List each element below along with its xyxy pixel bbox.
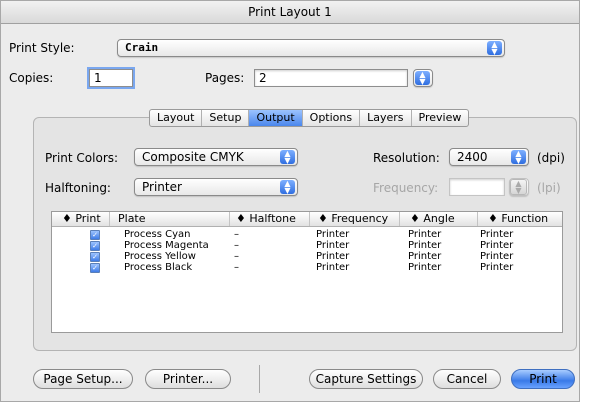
plate-name: Process Yellow [124,251,196,262]
column-header-angle[interactable]: ♦ Angle [400,212,478,226]
pages-label: Pages: [205,71,245,85]
print-style-label: Print Style: [9,41,75,55]
copies-label: Copies: [9,71,54,85]
plate-name: Process Cyan [124,229,191,240]
print-style-popup[interactable]: Crain ▲ ▼ [117,39,505,57]
page-setup-button[interactable]: Page Setup... [33,369,133,389]
checkmark-icon[interactable]: ✓ [90,252,100,262]
pages-field[interactable]: 2 [254,69,408,87]
frequency-unit: (lpi) [537,181,561,195]
tab-output[interactable]: Output [249,110,303,126]
table-row[interactable]: ✓ Process Yellow – Printer Printer Print… [52,251,562,262]
frequency-field[interactable] [449,178,505,196]
column-header-function[interactable]: ♦ Function [478,212,562,226]
pages-popup-button[interactable]: ▲ ▼ [413,69,433,87]
column-header-plate[interactable]: Plate [110,212,230,226]
halftone-value: – [234,262,239,273]
frequency-value: Printer [316,251,350,262]
resolution-label: Resolution: [373,151,440,165]
plates-table[interactable]: ♦ Print Plate ♦ Halftone ♦ Frequency ♦ A… [51,211,563,333]
halftone-value: – [234,240,239,251]
function-value: Printer [480,240,514,251]
frequency-label: Frequency: [373,181,439,195]
angle-value: Printer [408,240,442,251]
resolution-unit: (dpi) [537,151,565,165]
tab-options[interactable]: Options [303,110,361,126]
print-colors-value: Composite CMYK [142,150,244,164]
frequency-value: Printer [316,240,350,251]
frequency-value: Printer [316,262,350,273]
halftone-value: – [234,229,239,240]
table-header: ♦ Print Plate ♦ Halftone ♦ Frequency ♦ A… [52,212,562,227]
tab-layout[interactable]: Layout [150,110,203,126]
function-value: Printer [480,262,514,273]
up-down-arrows-icon: ▲ ▼ [280,180,295,195]
tab-bar: Layout Setup Output Options Layers Previ… [149,109,470,127]
up-down-arrows-icon: ▲ ▼ [511,150,526,165]
up-down-arrows-icon: ▲ ▼ [280,150,295,165]
angle-value: Printer [408,262,442,273]
resolution-value: 2400 [457,150,488,164]
plate-name: Process Black [124,262,193,273]
halftoning-label: Halftoning: [45,181,111,195]
tab-layers[interactable]: Layers [360,110,412,126]
tab-preview[interactable]: Preview [412,110,469,126]
copies-field[interactable]: 1 [89,69,133,87]
halftoning-popup[interactable]: Printer ▲ ▼ [134,178,298,196]
column-header-halftone[interactable]: ♦ Halftone [230,212,310,226]
column-header-print[interactable]: ♦ Print [52,212,110,226]
capture-settings-button[interactable]: Capture Settings [309,369,423,389]
function-value: Printer [480,251,514,262]
column-header-frequency[interactable]: ♦ Frequency [310,212,400,226]
button-divider [259,365,260,393]
table-row[interactable]: ✓ Process Magenta – Printer Printer Prin… [52,240,562,251]
table-row[interactable]: ✓ Process Black – Printer Printer Printe… [52,262,562,273]
print-style-value: Crain [125,41,159,54]
frequency-value: Printer [316,229,350,240]
checkmark-icon[interactable]: ✓ [90,230,100,240]
checkmark-icon[interactable]: ✓ [90,241,100,251]
plate-name: Process Magenta [124,240,209,251]
angle-value: Printer [408,251,442,262]
print-colors-popup[interactable]: Composite CMYK ▲ ▼ [134,148,298,166]
print-colors-label: Print Colors: [45,151,119,165]
print-dialog-window: Print Layout 1 Print Style: Crain ▲ ▼ Cop… [0,0,580,402]
halftoning-value: Printer [142,180,182,194]
cancel-button[interactable]: Cancel [433,369,501,389]
up-down-arrows-icon: ▲ ▼ [415,71,430,86]
up-down-arrows-icon: ▲ ▼ [487,41,502,56]
frequency-stepper[interactable]: ▲ ▼ [509,178,529,196]
printer-button[interactable]: Printer... [145,369,231,389]
resolution-popup[interactable]: 2400 ▲ ▼ [449,148,529,166]
angle-value: Printer [408,229,442,240]
function-value: Printer [480,229,514,240]
window-title: Print Layout 1 [1,1,579,24]
table-row[interactable]: ✓ Process Cyan – Printer Printer Printer [52,229,562,240]
tab-setup[interactable]: Setup [202,110,250,126]
halftone-value: – [234,251,239,262]
up-down-arrows-icon: ▲ ▼ [510,179,527,195]
checkmark-icon[interactable]: ✓ [90,263,100,273]
print-button[interactable]: Print [511,369,575,389]
